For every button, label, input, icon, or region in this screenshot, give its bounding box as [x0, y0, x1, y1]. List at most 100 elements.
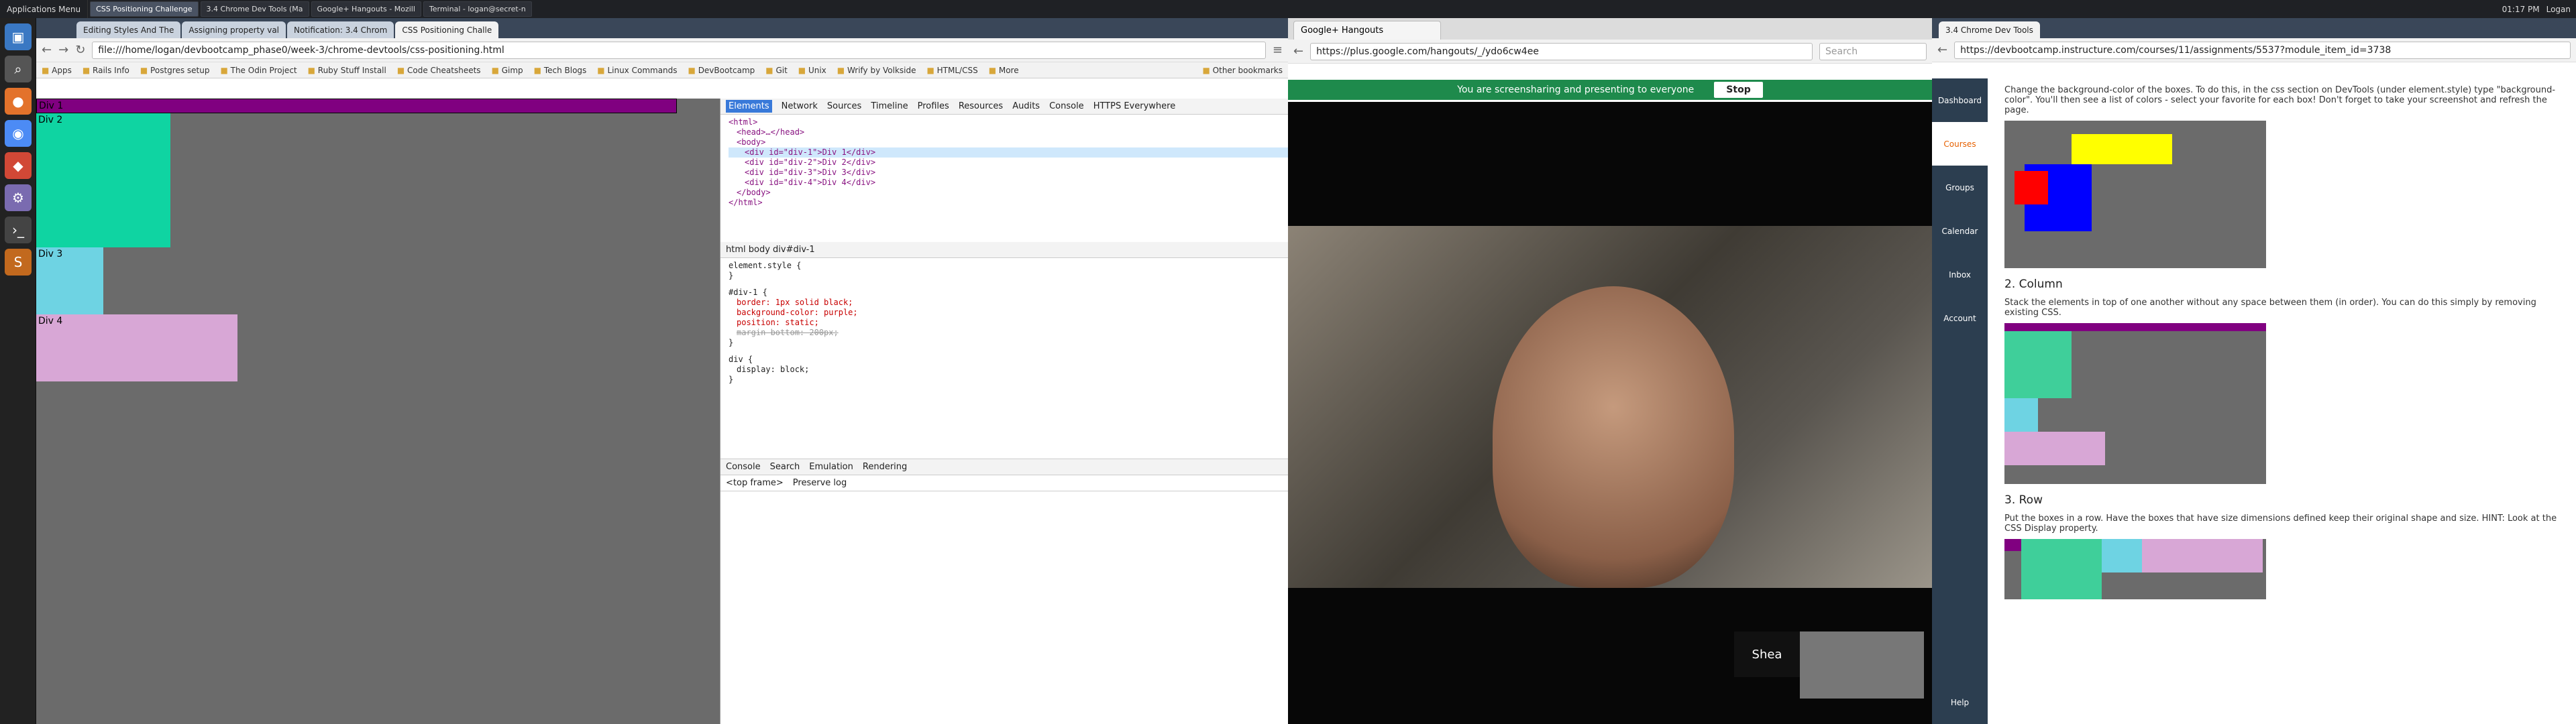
style-line[interactable]: margin-bottom: 200px; [729, 328, 1288, 338]
task-terminal[interactable]: Terminal - logan@secret-n [423, 1, 532, 17]
firefox-address-bar[interactable]: https://plus.google.com/hangouts/_/ydo6c… [1310, 42, 1813, 60]
tab-resources[interactable]: Resources [959, 101, 1003, 111]
nav-help[interactable]: Help [1932, 680, 1988, 724]
div-2[interactable]: Div 2 [36, 113, 170, 247]
dom-node[interactable]: <div id="div-3">Div 3</div> [729, 168, 1288, 178]
back-icon[interactable]: ← [1293, 44, 1303, 58]
div-1[interactable]: Div 1 [36, 99, 677, 113]
task-chrome[interactable]: CSS Positioning Challenge [90, 1, 199, 17]
dom-node[interactable]: <head>…</head> [729, 127, 1288, 137]
task-devtools[interactable]: 3.4 Chrome Dev Tools (Ma [200, 1, 309, 17]
nav-calendar[interactable]: Calendar [1932, 209, 1988, 253]
bookmark-item[interactable]: Gimp [492, 66, 523, 75]
self-preview[interactable] [1800, 631, 1924, 699]
devtools-panel: Elements Network Sources Timeline Profil… [720, 99, 1288, 724]
style-line: } [729, 375, 734, 384]
style-line[interactable]: background-color: purple; [729, 308, 1288, 318]
dom-node-selected[interactable]: <div id="div-1">Div 1</div> [729, 147, 1288, 158]
style-line[interactable]: display: block; [729, 365, 1288, 375]
firefox-icon[interactable]: ● [5, 88, 32, 115]
bookmark-item[interactable]: Unix [798, 66, 826, 75]
dom-node[interactable]: </body> [729, 188, 1288, 198]
nav-inbox[interactable]: Inbox [1932, 253, 1988, 296]
bookmark-item[interactable]: Code Cheatsheets [397, 66, 481, 75]
dom-node[interactable]: <div id="div-2">Div 2</div> [729, 158, 1288, 168]
nav-courses[interactable]: Courses [1932, 122, 1988, 166]
style-line[interactable]: element.style { [729, 261, 1288, 271]
tab-audits[interactable]: Audits [1012, 101, 1040, 111]
tab-editing-styles[interactable]: Editing Styles And The [76, 21, 181, 38]
bookmark-item[interactable]: DevBootcamp [688, 66, 755, 75]
canvas-address-bar[interactable]: https://devbootcamp.instructure.com/cour… [1954, 41, 2571, 59]
dom-node[interactable]: <body> [729, 137, 1288, 147]
clock[interactable]: 01:17 PM [2502, 5, 2540, 14]
canvas-nav: Dashboard Courses Groups Calendar Inbox … [1932, 78, 1988, 724]
tab-hangouts[interactable]: Google+ Hangouts [1293, 21, 1441, 40]
instruction-3: Put the boxes in a row. Have the boxes t… [2004, 514, 2557, 534]
tab-sources[interactable]: Sources [827, 101, 861, 111]
task-firefox[interactable]: Google+ Hangouts - Mozill [311, 1, 421, 17]
bookmark-item[interactable]: HTML/CSS [926, 66, 978, 75]
preserve-log[interactable]: Preserve log [793, 478, 847, 488]
tab-elements[interactable]: Elements [726, 100, 772, 113]
tab-timeline[interactable]: Timeline [871, 101, 908, 111]
tab-canvas[interactable]: 3.4 Chrome Dev Tools [1939, 21, 2040, 38]
tab-css-positioning[interactable]: CSS Positioning Challe [395, 21, 499, 38]
bookmark-item[interactable]: Apps [42, 66, 72, 75]
div-3[interactable]: Div 3 [36, 247, 103, 314]
back-icon[interactable]: ← [1937, 43, 1947, 57]
nav-dashboard[interactable]: Dashboard [1932, 78, 1988, 122]
tab-notification[interactable]: Notification: 3.4 Chrom [287, 21, 394, 38]
dom-node[interactable]: </html> [729, 198, 1288, 208]
nav-groups[interactable]: Groups [1932, 166, 1988, 209]
files-icon[interactable]: ▣ [5, 23, 32, 50]
applications-menu[interactable]: Applications Menu [0, 0, 89, 18]
firefox-search[interactable]: Search [1819, 42, 1927, 60]
media-icon[interactable]: ◆ [5, 152, 32, 179]
style-line[interactable]: #div-1 { [729, 288, 1288, 298]
example-screenshot-row [2004, 539, 2266, 599]
bookmark-item[interactable]: Postgres setup [140, 66, 209, 75]
drawer-search[interactable]: Search [770, 462, 800, 472]
stop-button[interactable]: Stop [1714, 82, 1763, 98]
tab-console[interactable]: Console [1049, 101, 1084, 111]
terminal-icon[interactable]: ›_ [5, 217, 32, 243]
bookmark-item[interactable]: Rails Info [83, 66, 129, 75]
sublime-icon[interactable]: S [5, 249, 32, 276]
settings-icon[interactable]: ⚙ [5, 184, 32, 211]
forward-icon[interactable]: → [58, 43, 68, 57]
back-icon[interactable]: ← [42, 43, 52, 57]
drawer-emulation[interactable]: Emulation [809, 462, 853, 472]
bookmark-item[interactable]: The Odin Project [220, 66, 297, 75]
bookmark-item[interactable]: Tech Blogs [534, 66, 586, 75]
participant-name[interactable]: Shea [1734, 631, 1800, 677]
tab-assigning[interactable]: Assigning property val [182, 21, 286, 38]
user-name[interactable]: Logan [2546, 5, 2571, 14]
breadcrumb[interactable]: html body div#div-1 [720, 242, 1288, 258]
bookmark-item[interactable]: Linux Commands [597, 66, 677, 75]
dom-node[interactable]: <html> [729, 117, 1288, 127]
frame-select[interactable]: <top frame> [726, 478, 784, 488]
chrome-icon[interactable]: ◉ [5, 120, 32, 147]
bookmark-item[interactable]: Git [765, 66, 787, 75]
tab-https[interactable]: HTTPS Everywhere [1093, 101, 1176, 111]
reload-icon[interactable]: ↻ [75, 43, 85, 57]
menu-icon[interactable]: ≡ [1273, 43, 1283, 57]
other-bookmarks[interactable]: Other bookmarks [1203, 66, 1283, 75]
bookmark-item[interactable]: Ruby Stuff Install [308, 66, 386, 75]
tab-network[interactable]: Network [782, 101, 818, 111]
style-line[interactable]: border: 1px solid black; [729, 298, 1288, 308]
drawer-console[interactable]: Console [726, 462, 761, 472]
drawer-rendering[interactable]: Rendering [863, 462, 907, 472]
address-bar[interactable]: file:///home/logan/devbootcamp_phase0/we… [92, 41, 1266, 59]
style-line[interactable]: div { [729, 355, 1288, 365]
tab-profiles[interactable]: Profiles [918, 101, 949, 111]
style-line[interactable]: position: static; [729, 318, 1288, 328]
bookmark-item[interactable]: Wrify by Volkside [837, 66, 916, 75]
bookmark-item[interactable]: More [989, 66, 1019, 75]
example-box [2004, 539, 2021, 551]
nav-account[interactable]: Account [1932, 296, 1988, 340]
search-icon[interactable]: ⌕ [5, 56, 32, 82]
dom-node[interactable]: <div id="div-4">Div 4</div> [729, 178, 1288, 188]
div-4[interactable]: Div 4 [36, 314, 237, 381]
